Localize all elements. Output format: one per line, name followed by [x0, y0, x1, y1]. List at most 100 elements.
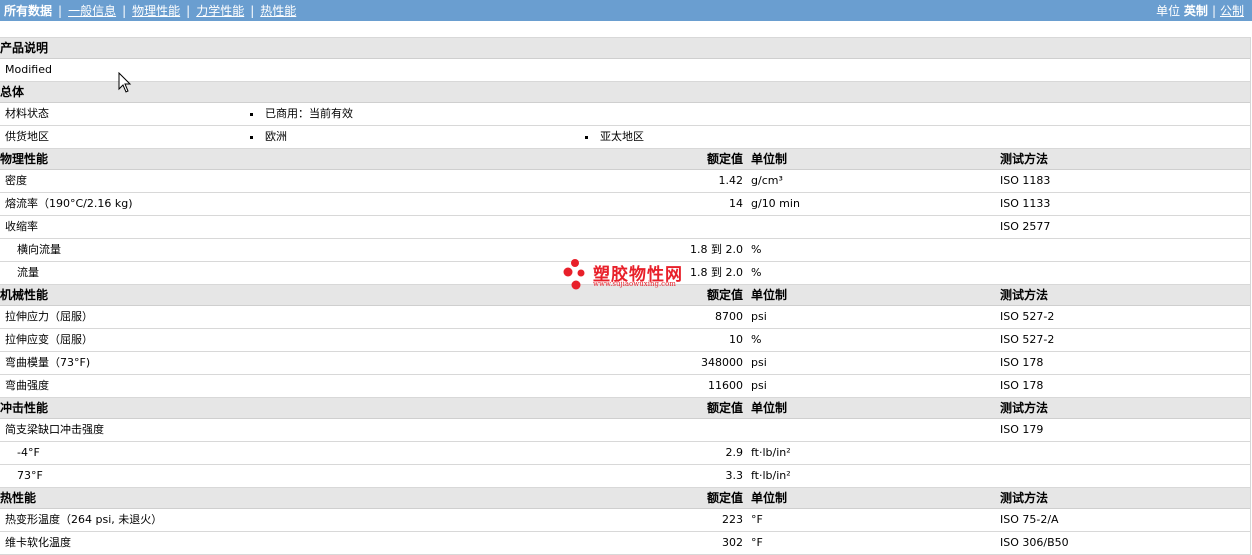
property-value: 348000	[701, 356, 743, 369]
property-row: 熔流率（190°C/2.16 kg) 14 g/10 min ISO 1133	[0, 193, 1250, 216]
property-label: 收缩率	[5, 220, 38, 233]
property-unit: psi	[751, 379, 767, 392]
section-header-impact: 冲击性能 额定值 单位制 测试方法	[0, 398, 1250, 419]
section-title: 产品说明	[0, 41, 49, 55]
bullet-text: 亚太地区	[600, 130, 644, 143]
test-method: ISO 527-2	[1000, 310, 1055, 323]
property-value: 14	[729, 197, 743, 210]
column-header-value: 额定值	[706, 491, 743, 505]
section-title: 机械性能	[0, 288, 49, 302]
bullet-text: 已商用：当前有效	[265, 107, 353, 120]
column-header-method: 测试方法	[1000, 491, 1049, 505]
property-value: 8700	[715, 310, 743, 323]
test-method: ISO 178	[1000, 379, 1044, 392]
section-title: 冲击性能	[0, 401, 49, 415]
property-value: 223	[722, 513, 743, 526]
property-unit: psi	[751, 356, 767, 369]
column-header-unit: 单位制	[751, 152, 788, 166]
tab-separator: |	[58, 4, 63, 18]
section-header-general: 总体	[0, 82, 1250, 103]
property-unit: ft·lb/in²	[751, 469, 791, 482]
tab-thermal[interactable]: 热性能	[260, 2, 296, 19]
unit-switcher: 单位 英制 | 公制	[1156, 2, 1244, 19]
bullet-item: 已商用：当前有效	[250, 103, 353, 125]
property-label: 拉伸应力（屈服）	[5, 310, 93, 323]
watermark-logo: 塑胶物性网 www.sujiaowuxing.com	[562, 258, 702, 294]
property-sublabel: 73°F	[17, 469, 43, 482]
property-row: 弯曲强度 11600 psi ISO 178	[0, 375, 1250, 398]
property-row: 热变形温度（264 psi, 未退火） 223 °F ISO 75-2/A	[0, 509, 1250, 532]
property-unit: g/10 min	[751, 197, 800, 210]
units-label: 单位	[1156, 4, 1181, 18]
property-value: 11600	[708, 379, 743, 392]
unit-option-imperial[interactable]: 英制	[1184, 4, 1208, 18]
property-value: 3.3	[725, 469, 744, 482]
property-sublabel: 流量	[17, 266, 39, 279]
product-description-text: Modified	[5, 63, 52, 76]
bullet-icon	[250, 112, 253, 116]
watermark-url: www.sujiaowuxing.com	[593, 280, 676, 288]
property-label: 供货地区	[5, 130, 49, 143]
tab-physical[interactable]: 物理性能	[132, 2, 180, 19]
property-value: 1.42	[718, 174, 744, 187]
product-description-row: Modified	[0, 59, 1250, 82]
property-label: 简支梁缺口冲击强度	[5, 423, 104, 436]
property-unit: %	[751, 266, 762, 279]
unit-option-metric[interactable]: 公制	[1220, 4, 1244, 18]
tab-mechanical[interactable]: 力学性能	[196, 2, 244, 19]
test-method: ISO 75-2/A	[1000, 513, 1059, 526]
bullet-icon	[585, 135, 588, 139]
property-row: 密度 1.42 g/cm³ ISO 1183	[0, 170, 1250, 193]
property-value: 10	[729, 333, 743, 346]
property-label: 材料状态	[5, 107, 49, 120]
general-row-material-status: 材料状态 已商用：当前有效	[0, 103, 1250, 126]
bullet-item: 亚太地区	[585, 126, 644, 148]
column-header-unit: 单位制	[751, 288, 788, 302]
section-tabs: 所有数据 | 一般信息 | 物理性能 | 力学性能 | 热性能	[4, 2, 296, 19]
test-method: ISO 2577	[1000, 220, 1051, 233]
property-row: 简支梁缺口冲击强度 ISO 179	[0, 419, 1250, 442]
property-unit: psi	[751, 310, 767, 323]
tab-general-info[interactable]: 一般信息	[68, 2, 116, 19]
property-row: 拉伸应变（屈服） 10 % ISO 527-2	[0, 329, 1250, 352]
bullet-item: 欧洲	[250, 126, 287, 148]
property-row: 73°F 3.3 ft·lb/in²	[0, 465, 1250, 488]
top-nav-bar: 所有数据 | 一般信息 | 物理性能 | 力学性能 | 热性能 单位 英制 | 公制	[0, 0, 1252, 21]
test-method: ISO 1133	[1000, 197, 1051, 210]
bullet-icon	[250, 135, 253, 139]
property-value: 2.9	[725, 446, 744, 459]
column-header-value: 额定值	[706, 401, 743, 415]
property-unit: ft·lb/in²	[751, 446, 791, 459]
section-header-thermal: 热性能 额定值 单位制 测试方法	[0, 488, 1250, 509]
column-header-method: 测试方法	[1000, 401, 1049, 415]
column-header-method: 测试方法	[1000, 288, 1049, 302]
unit-separator: |	[1211, 4, 1216, 18]
test-method: ISO 179	[1000, 423, 1044, 436]
test-method: ISO 178	[1000, 356, 1044, 369]
column-header-unit: 单位制	[751, 401, 788, 415]
property-label: 热变形温度（264 psi, 未退火）	[5, 513, 163, 526]
property-unit: %	[751, 333, 762, 346]
property-row: 维卡软化温度 302 °F ISO 306/B50	[0, 532, 1250, 555]
test-method: ISO 1183	[1000, 174, 1051, 187]
property-sublabel: 横向流量	[17, 243, 61, 256]
property-unit: °F	[751, 513, 763, 526]
mouse-pointer-icon	[118, 72, 132, 93]
property-row: 拉伸应力（屈服） 8700 psi ISO 527-2	[0, 306, 1250, 329]
property-row: 收缩率 ISO 2577	[0, 216, 1250, 239]
tab-separator: |	[250, 4, 255, 18]
test-method: ISO 527-2	[1000, 333, 1055, 346]
tab-all-data[interactable]: 所有数据	[4, 2, 52, 19]
tab-separator: |	[122, 4, 127, 18]
column-header-method: 测试方法	[1000, 152, 1049, 166]
property-unit: g/cm³	[751, 174, 783, 187]
section-title: 热性能	[0, 491, 37, 505]
section-header-product-description: 产品说明	[0, 37, 1250, 59]
general-row-supply-region: 供货地区 欧洲 亚太地区	[0, 126, 1250, 149]
property-label: 熔流率（190°C/2.16 kg)	[5, 197, 133, 210]
column-header-value: 额定值	[706, 152, 743, 166]
property-label: 密度	[5, 174, 27, 187]
property-label: 拉伸应变（屈服）	[5, 333, 93, 346]
column-header-unit: 单位制	[751, 491, 788, 505]
property-row: -4°F 2.9 ft·lb/in²	[0, 442, 1250, 465]
